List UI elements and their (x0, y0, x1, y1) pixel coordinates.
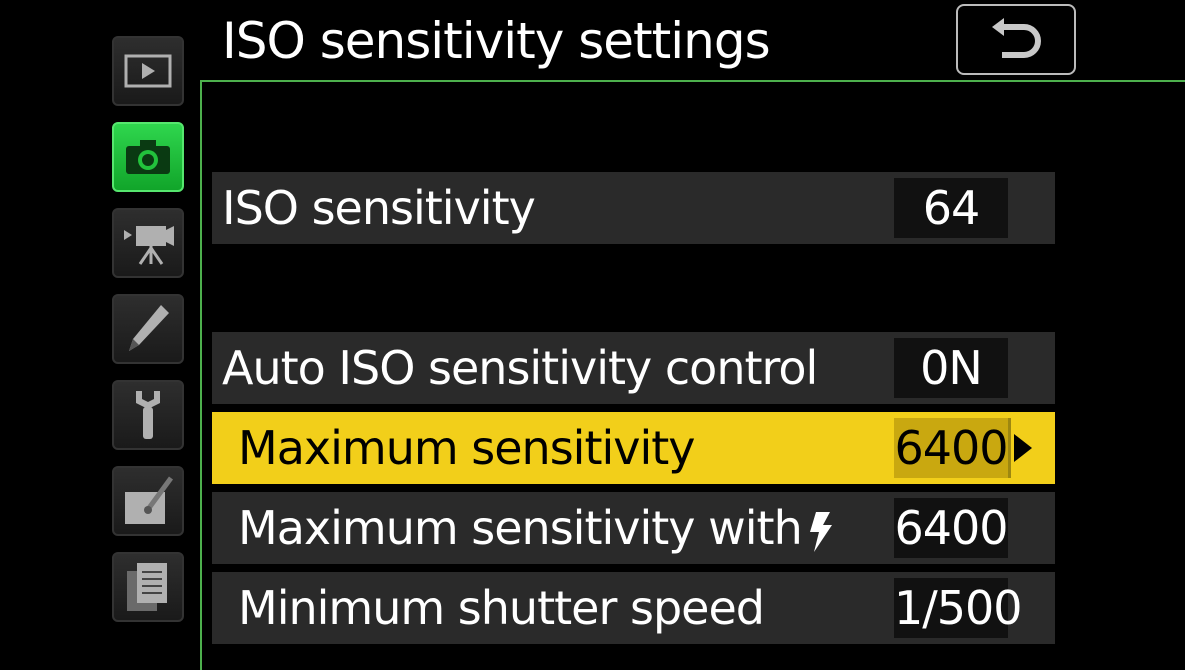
content-frame-top (200, 80, 1185, 82)
menu-row-auto-iso-control[interactable]: Auto ISO sensitivity control 0N (212, 332, 1055, 404)
wrench-icon (136, 391, 160, 439)
row-label: Maximum sensitivity (238, 421, 696, 475)
row-label-text: Maximum sensitivity with (238, 501, 803, 555)
row-label: Minimum shutter speed (238, 581, 765, 635)
row-label: Auto ISO sensitivity control (222, 341, 818, 395)
row-label: ISO sensitivity (222, 181, 536, 235)
tab-my-menu[interactable] (112, 552, 184, 622)
tab-photo-shooting[interactable] (112, 122, 184, 192)
flash-icon (809, 511, 832, 552)
return-arrow-icon (992, 17, 1041, 58)
menu-row-minimum-shutter-speed[interactable]: Minimum shutter speed 1/500 (212, 572, 1055, 644)
value-divider (1008, 418, 1011, 478)
row-value: 6400 (894, 418, 1009, 478)
pencil-icon (129, 305, 169, 351)
row-value: 0N (894, 338, 1008, 398)
movie-camera-icon (124, 226, 174, 265)
page-title: ISO sensitivity settings (222, 12, 771, 70)
tab-setup[interactable] (112, 380, 184, 450)
menu-list-icon (127, 563, 167, 611)
playback-icon (124, 54, 172, 88)
content-frame-left (200, 80, 202, 670)
row-value: 6400 (894, 498, 1009, 558)
row-label: Maximum sensitivity with (238, 492, 834, 564)
menu-row-maximum-sensitivity[interactable]: Maximum sensitivity 6400 (212, 412, 1055, 484)
chevron-right-icon (1014, 434, 1032, 462)
tab-custom-settings[interactable] (112, 294, 184, 364)
back-button[interactable] (956, 4, 1076, 75)
row-value: 64 (894, 178, 1008, 238)
retouch-brush-icon (125, 476, 174, 524)
tab-playback[interactable] (112, 36, 184, 106)
row-value: 1/500 (894, 578, 1023, 638)
tab-movie-shooting[interactable] (112, 208, 184, 278)
camera-icon (126, 140, 170, 174)
menu-row-maximum-sensitivity-flash[interactable]: Maximum sensitivity with 6400 (212, 492, 1055, 564)
menu-row-iso-sensitivity[interactable]: ISO sensitivity 64 (212, 172, 1055, 244)
tab-retouch[interactable] (112, 466, 184, 536)
